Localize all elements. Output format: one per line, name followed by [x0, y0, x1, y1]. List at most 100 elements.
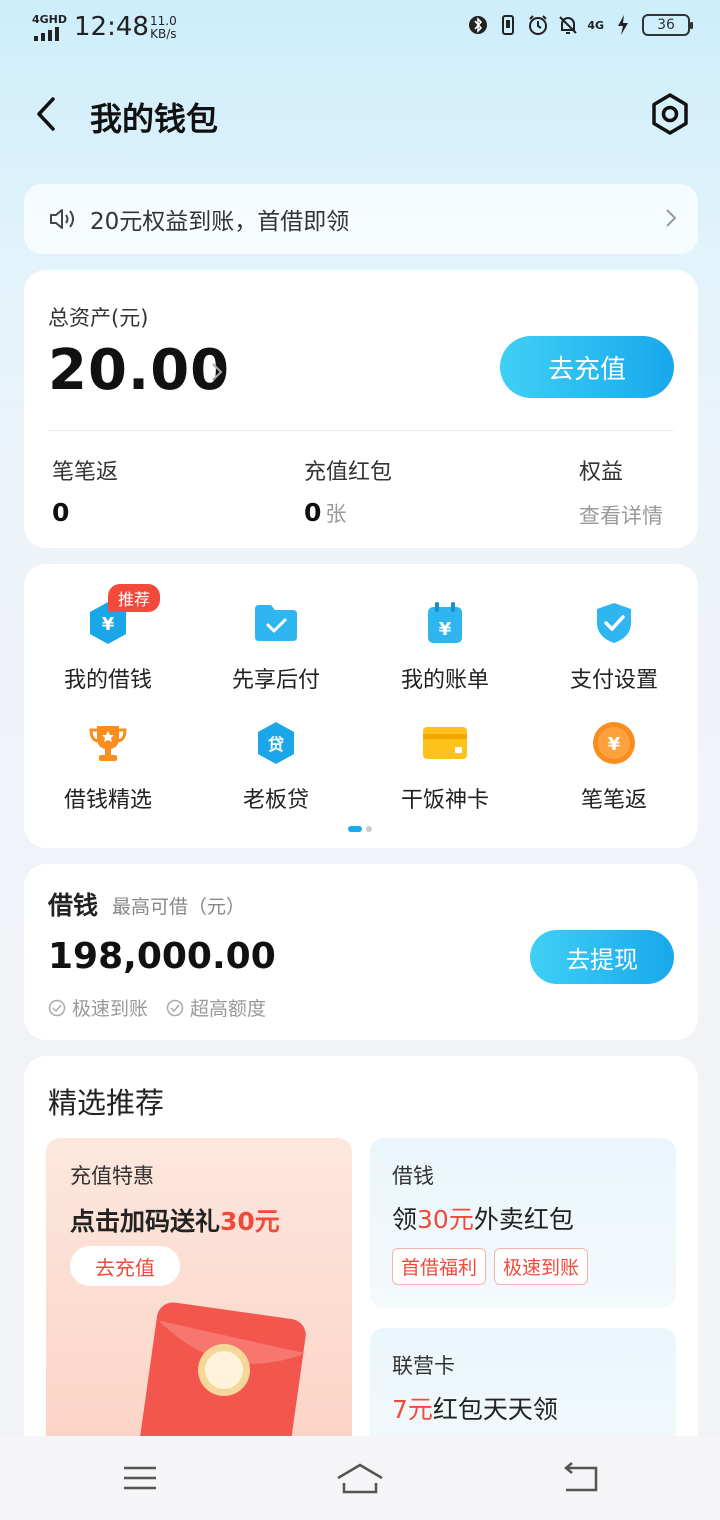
borrow-card[interactable]: 借钱 最高可借（元） 198,000.00 极速到账 超高额度 去提现 — [24, 864, 698, 1040]
speaker-icon — [50, 209, 74, 229]
featured-title: 精选推荐 — [48, 1086, 165, 1120]
loan-hexagon-icon: 贷 — [253, 720, 299, 766]
promo-recharge-button[interactable]: 去充值 — [70, 1246, 180, 1286]
page-title: 我的钱包 — [90, 100, 219, 138]
side-card-title: 借钱 — [392, 1164, 434, 1188]
battery-icon: 36 — [642, 14, 693, 36]
back-nav-button[interactable] — [556, 1458, 604, 1498]
clock: 12:48 — [74, 12, 149, 42]
home-button[interactable] — [334, 1458, 386, 1498]
network-speed: 11.0 KB/s — [150, 15, 177, 41]
promo-card-borrow[interactable]: 借钱 领30元外卖红包 首借福利 极速到账 — [370, 1138, 676, 1308]
recommend-badge: 推荐 — [108, 584, 161, 612]
promo-title: 充值特惠 — [70, 1164, 154, 1188]
recharge-button[interactable]: 去充值 — [500, 336, 674, 398]
vibrate-icon — [497, 14, 519, 36]
charging-icon — [612, 14, 634, 36]
view-details-link[interactable]: 查看详情 — [579, 500, 663, 530]
svg-text:¥: ¥ — [102, 614, 115, 635]
stat-redpacket-unit: 张 — [325, 502, 347, 526]
folder-check-icon — [253, 600, 299, 646]
bluetooth-icon — [467, 14, 489, 36]
trophy-icon — [85, 720, 131, 766]
chip-fast-arrival: 极速到账 — [494, 1248, 589, 1285]
coin-icon: ¥ — [591, 720, 637, 766]
grid-item-borrow-picks[interactable]: 借钱精选 — [24, 720, 192, 830]
signal-icon — [34, 27, 59, 41]
featured-section: 精选推荐 充值特惠 点击加码送礼30元 去充值 借钱 领30元外卖红包 首借福利… — [24, 1056, 698, 1476]
settings-button[interactable] — [646, 90, 694, 138]
check-circle-icon — [166, 999, 184, 1016]
chip-row: 首借福利 极速到账 — [392, 1248, 589, 1285]
promo-card-recharge[interactable]: 充值特惠 点击加码送礼30元 去充值 — [46, 1138, 352, 1458]
check-circle-icon — [48, 999, 66, 1016]
chevron-right-icon[interactable] — [210, 360, 224, 384]
grid-label: 支付设置 — [569, 668, 658, 693]
home-icon — [337, 1463, 383, 1494]
network-type: 4GHD — [32, 13, 68, 26]
grid-item-my-borrow[interactable]: ¥ 我的借钱 — [24, 600, 192, 710]
mute-bell-icon — [557, 14, 579, 36]
withdraw-button[interactable]: 去提现 — [530, 930, 674, 984]
back-nav-icon — [564, 1462, 598, 1492]
services-grid: ¥ 我的借钱 推荐 先享后付 ¥ 我的账单 支付设置 借钱精选 贷 老板贷 干饭… — [24, 564, 698, 848]
side-card-title: 联营卡 — [392, 1354, 455, 1378]
feature-high-limit: 超高额度 — [166, 994, 266, 1021]
menu-icon — [124, 1466, 156, 1490]
promo-line: 点击加码送礼30元 — [70, 1202, 280, 1238]
settings-icon — [652, 93, 688, 135]
grid-item-buy-now-pay-later[interactable]: 先享后付 — [192, 600, 360, 710]
grid-label: 老板贷 — [242, 788, 309, 813]
menu-button[interactable] — [116, 1458, 164, 1498]
card-icon — [422, 720, 468, 766]
stat-benefits[interactable]: 权益 查看详情 — [579, 454, 663, 530]
total-assets-label: 总资产(元) — [48, 306, 149, 330]
total-assets-amount[interactable]: 20.00 — [48, 338, 230, 403]
feature-label: 极速到账 — [72, 998, 149, 1020]
assets-card: 总资产(元) 20.00 去充值 笔笔返 0 充值红包 0张 权益 查看详情 — [24, 270, 698, 548]
stat-recharge-redpacket[interactable]: 充值红包 0张 — [304, 454, 392, 528]
stat-benefits-label: 权益 — [579, 460, 624, 485]
calendar-yuan-icon: ¥ — [422, 600, 468, 646]
side-line-suffix: 外卖红包 — [473, 1205, 574, 1234]
grid-item-my-bill[interactable]: ¥ 我的账单 — [361, 600, 529, 710]
stat-redpacket-label: 充值红包 — [304, 460, 393, 485]
stat-cashback-value: 0 — [52, 498, 70, 527]
side-card-line: 领30元外卖红包 — [392, 1200, 574, 1236]
notice-text: 20元权益到账，首借即领 — [90, 209, 350, 235]
grid-label: 干饭神卡 — [400, 788, 489, 813]
stat-redpacket-value-row: 0张 — [304, 498, 392, 528]
grid-item-cashback[interactable]: ¥ 笔笔返 — [530, 720, 698, 830]
stat-cashback[interactable]: 笔笔返 0 — [52, 454, 118, 527]
back-button[interactable] — [28, 92, 64, 136]
page-dot — [366, 826, 372, 832]
side-card-line: 7元红包天天领 — [392, 1390, 558, 1426]
notice-banner[interactable]: 20元权益到账，首借即领 — [24, 184, 698, 254]
feature-label: 超高额度 — [190, 998, 267, 1020]
chip-first-borrow: 首借福利 — [392, 1248, 487, 1285]
divider — [48, 430, 674, 431]
grid-item-payment-settings[interactable]: 支付设置 — [530, 600, 698, 710]
promo-line-text: 点击加码送礼 — [70, 1207, 221, 1236]
grid-item-boss-loan[interactable]: 贷 老板贷 — [192, 720, 360, 830]
svg-text:¥: ¥ — [439, 619, 452, 640]
feature-fast: 极速到账 — [48, 994, 148, 1021]
promo-highlight: 30元 — [220, 1207, 280, 1236]
borrow-subtitle: 最高可借（元） — [112, 896, 246, 918]
grid-item-meal-card[interactable]: 干饭神卡 — [361, 720, 529, 830]
grid-label: 我的账单 — [400, 668, 489, 693]
stat-redpacket-value: 0 — [304, 498, 322, 527]
borrow-features: 极速到账 超高额度 — [48, 994, 266, 1021]
shield-check-icon — [591, 600, 637, 646]
header: 我的钱包 — [0, 84, 720, 144]
page-dot-active — [348, 826, 362, 832]
grid-label: 先享后付 — [231, 668, 320, 693]
battery-level: 36 — [657, 17, 675, 33]
grid-label: 我的借钱 — [63, 668, 152, 693]
side-line-highlight: 7元 — [392, 1395, 433, 1424]
network-speed-unit: KB/s — [150, 27, 177, 41]
side-line-suffix: 红包天天领 — [432, 1395, 558, 1424]
side-line-highlight: 30元 — [417, 1205, 474, 1234]
borrow-amount: 198,000.00 — [48, 936, 276, 977]
network-4g-label: 4G — [587, 18, 604, 32]
